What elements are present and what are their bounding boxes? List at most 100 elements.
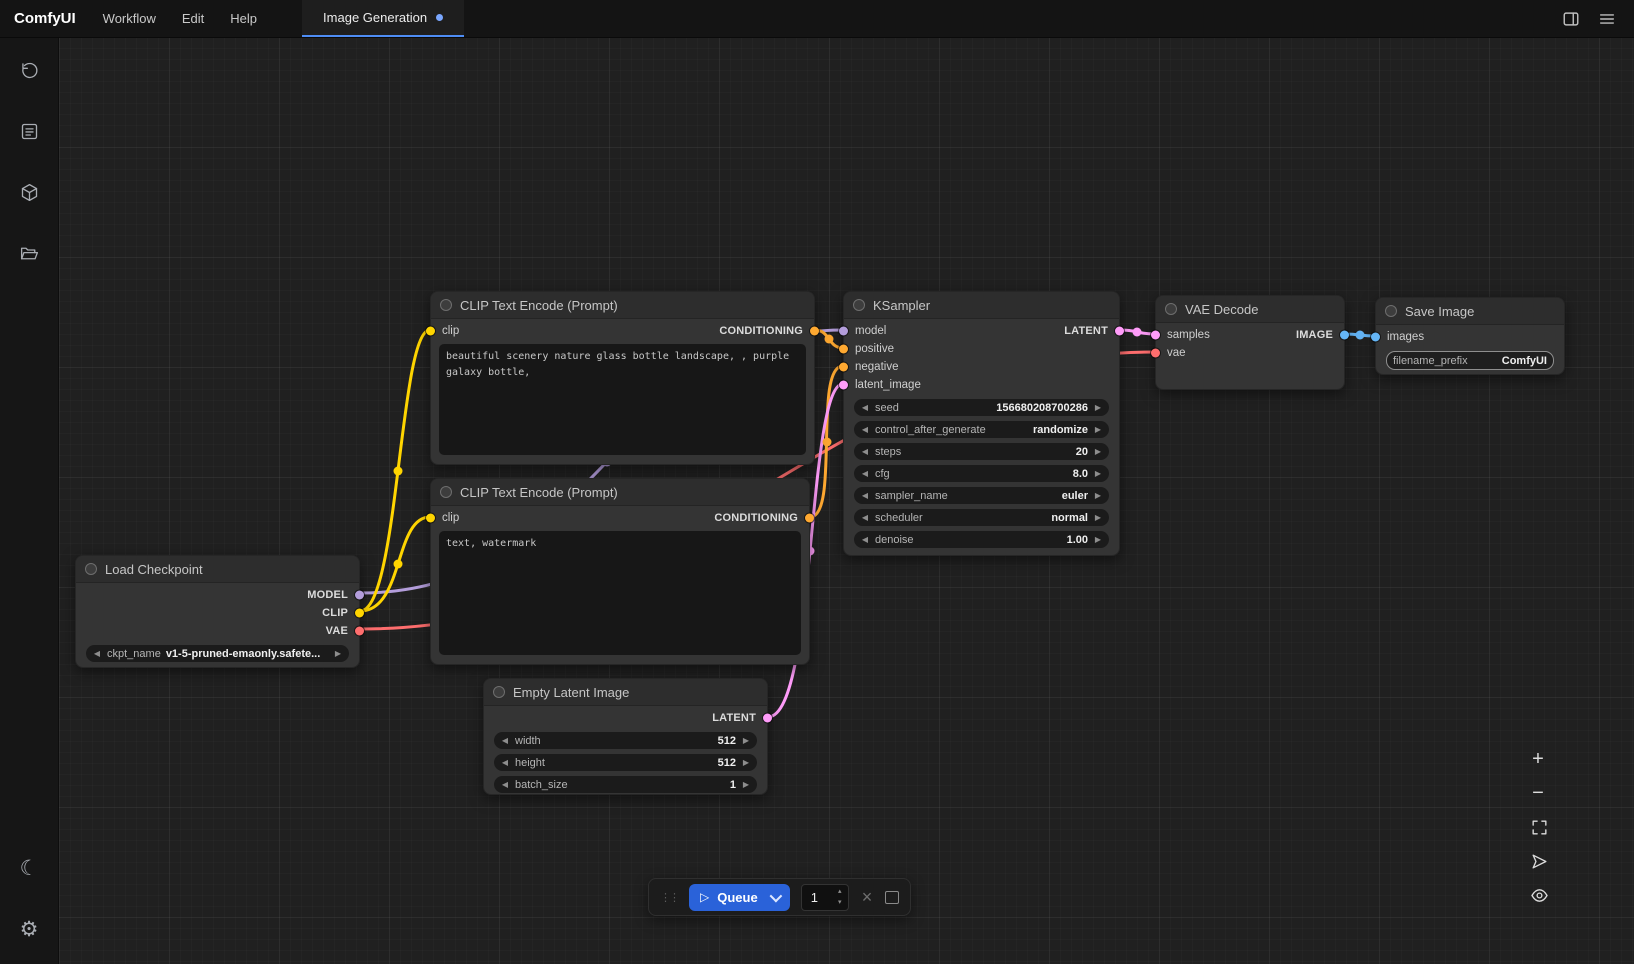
node-ksampler[interactable]: KSampler model LATENT positive negative …	[843, 291, 1120, 556]
collapse-dot-icon[interactable]	[440, 299, 452, 311]
increment-arrow-icon[interactable]: ▶	[741, 736, 751, 745]
toggle-link-visibility-eye-icon[interactable]	[1524, 881, 1552, 909]
zoom-out-icon[interactable]: −	[1524, 779, 1552, 807]
port-clip-input[interactable]	[426, 327, 435, 336]
port-model-output[interactable]	[355, 591, 364, 600]
collapse-dot-icon[interactable]	[1165, 303, 1177, 315]
collapse-dot-icon[interactable]	[1385, 305, 1397, 317]
queue-button[interactable]: ▷ Queue	[689, 884, 790, 911]
drag-handle-icon[interactable]: ⋮⋮	[660, 891, 678, 904]
positive-prompt-textarea[interactable]: beautiful scenery nature glass bottle la…	[439, 344, 806, 455]
increment-arrow-icon[interactable]: ▶	[1093, 535, 1103, 544]
port-samples-input[interactable]	[1151, 331, 1160, 340]
collapse-dot-icon[interactable]	[85, 563, 97, 575]
decrement-arrow-icon[interactable]: ◀	[860, 513, 870, 522]
increment-arrow-icon[interactable]: ▶	[1093, 491, 1103, 500]
decrement-arrow-icon[interactable]: ◀	[860, 491, 870, 500]
port-conditioning-output[interactable]	[805, 514, 814, 523]
port-model-input[interactable]	[839, 327, 848, 336]
decrement-arrow-icon[interactable]: ◀	[860, 469, 870, 478]
decrement-arrow-icon[interactable]: ◀	[500, 736, 510, 745]
node-graph-canvas[interactable]: Load Checkpoint MODEL CLIP VAE ◀ ckpt_na…	[59, 37, 1634, 964]
port-vae-input[interactable]	[1151, 349, 1160, 358]
menu-help[interactable]: Help	[217, 0, 270, 37]
increment-arrow-icon[interactable]: ▶	[1093, 425, 1103, 434]
node-header[interactable]: Save Image	[1376, 298, 1564, 325]
increment-arrow-icon[interactable]: ▶	[1093, 447, 1103, 456]
batch-count-input[interactable]: 1 ▴ ▾	[801, 884, 849, 911]
decrement-arrow-icon[interactable]: ◀	[860, 447, 870, 456]
increment-arrow-icon[interactable]: ▶	[1093, 469, 1103, 478]
zoom-in-icon[interactable]: +	[1524, 745, 1552, 773]
decrement-arrow-icon[interactable]: ◀	[860, 425, 870, 434]
port-latent-output[interactable]	[763, 714, 772, 723]
queue-options-chevron-icon[interactable]	[769, 889, 782, 902]
node-header[interactable]: CLIP Text Encode (Prompt)	[431, 292, 814, 319]
port-vae-output[interactable]	[355, 627, 364, 636]
node-clip-text-encode-positive[interactable]: CLIP Text Encode (Prompt) clip CONDITION…	[430, 291, 815, 465]
node-save-image[interactable]: Save Image images filename_prefix ComfyU…	[1375, 297, 1565, 375]
widget-scheduler[interactable]: ◀ scheduler normal ▶	[854, 509, 1109, 526]
decrement-arrow-icon[interactable]: ◀	[860, 535, 870, 544]
increment-arrow-icon[interactable]: ▶	[741, 780, 751, 789]
widget-seed[interactable]: ◀ seed 156680208700286 ▶	[854, 399, 1109, 416]
widget-filename-prefix[interactable]: filename_prefix ComfyUI	[1386, 351, 1554, 370]
theme-moon-icon[interactable]: ☾	[10, 849, 48, 887]
queue-list-icon[interactable]	[10, 112, 48, 150]
node-header[interactable]: CLIP Text Encode (Prompt)	[431, 479, 809, 506]
tab-image-generation[interactable]: Image Generation	[302, 0, 464, 37]
menu-edit[interactable]: Edit	[169, 0, 217, 37]
collapse-dot-icon[interactable]	[440, 486, 452, 498]
collapse-dot-icon[interactable]	[493, 686, 505, 698]
port-image-output[interactable]	[1340, 331, 1349, 340]
collapse-dot-icon[interactable]	[853, 299, 865, 311]
port-latent-image-input[interactable]	[839, 381, 848, 390]
widget-height[interactable]: ◀ height 512 ▶	[494, 754, 757, 771]
settings-gear-icon[interactable]: ⚙	[10, 910, 48, 948]
node-empty-latent-image[interactable]: Empty Latent Image LATENT ◀ width 512 ▶ …	[483, 678, 768, 795]
widget-cfg[interactable]: ◀ cfg 8.0 ▶	[854, 465, 1109, 482]
increment-arrow-icon[interactable]: ▶	[1093, 513, 1103, 522]
widget-denoise[interactable]: ◀ denoise 1.00 ▶	[854, 531, 1109, 548]
increment-arrow-icon[interactable]: ▶	[333, 649, 343, 658]
node-load-checkpoint[interactable]: Load Checkpoint MODEL CLIP VAE ◀ ckpt_na…	[75, 555, 360, 668]
widget-batch-size[interactable]: ◀ batch_size 1 ▶	[494, 776, 757, 793]
spin-up-icon[interactable]: ▴	[832, 886, 848, 897]
node-header[interactable]: VAE Decode	[1156, 296, 1344, 323]
widget-ckpt-name[interactable]: ◀ ckpt_name v1-5-pruned-emaonly.safete..…	[86, 645, 349, 662]
menu-workflow[interactable]: Workflow	[90, 0, 169, 37]
spin-down-icon[interactable]: ▾	[832, 897, 848, 908]
fit-view-icon[interactable]	[1524, 813, 1552, 841]
history-icon[interactable]	[10, 51, 48, 89]
port-conditioning-output[interactable]	[810, 327, 819, 336]
decrement-arrow-icon[interactable]: ◀	[500, 758, 510, 767]
increment-arrow-icon[interactable]: ▶	[1093, 403, 1103, 412]
hamburger-menu-icon[interactable]	[1592, 6, 1622, 32]
port-clip-input[interactable]	[426, 514, 435, 523]
port-positive-input[interactable]	[839, 345, 848, 354]
toggle-panel-icon[interactable]	[1556, 6, 1586, 32]
model-library-cube-icon[interactable]	[10, 173, 48, 211]
increment-arrow-icon[interactable]: ▶	[741, 758, 751, 767]
node-header[interactable]: KSampler	[844, 292, 1119, 319]
decrement-arrow-icon[interactable]: ◀	[92, 649, 102, 658]
port-images-input[interactable]	[1371, 333, 1380, 342]
stop-icon[interactable]	[885, 891, 899, 904]
negative-prompt-textarea[interactable]: text, watermark	[439, 531, 801, 655]
workflows-folder-icon[interactable]	[10, 234, 48, 272]
port-negative-input[interactable]	[839, 363, 848, 372]
port-latent-output[interactable]	[1115, 327, 1124, 336]
batch-count-value[interactable]: 1	[802, 890, 832, 905]
widget-sampler-name[interactable]: ◀ sampler_name euler ▶	[854, 487, 1109, 504]
widget-width[interactable]: ◀ width 512 ▶	[494, 732, 757, 749]
widget-control-after-generate[interactable]: ◀ control_after_generate randomize ▶	[854, 421, 1109, 438]
port-clip-output[interactable]	[355, 609, 364, 618]
node-header[interactable]: Load Checkpoint	[76, 556, 359, 583]
clear-queue-icon[interactable]: ×	[860, 888, 875, 906]
node-header[interactable]: Empty Latent Image	[484, 679, 767, 706]
decrement-arrow-icon[interactable]: ◀	[860, 403, 870, 412]
node-clip-text-encode-negative[interactable]: CLIP Text Encode (Prompt) clip CONDITION…	[430, 478, 810, 665]
widget-steps[interactable]: ◀ steps 20 ▶	[854, 443, 1109, 460]
decrement-arrow-icon[interactable]: ◀	[500, 780, 510, 789]
select-cursor-icon[interactable]	[1524, 847, 1552, 875]
